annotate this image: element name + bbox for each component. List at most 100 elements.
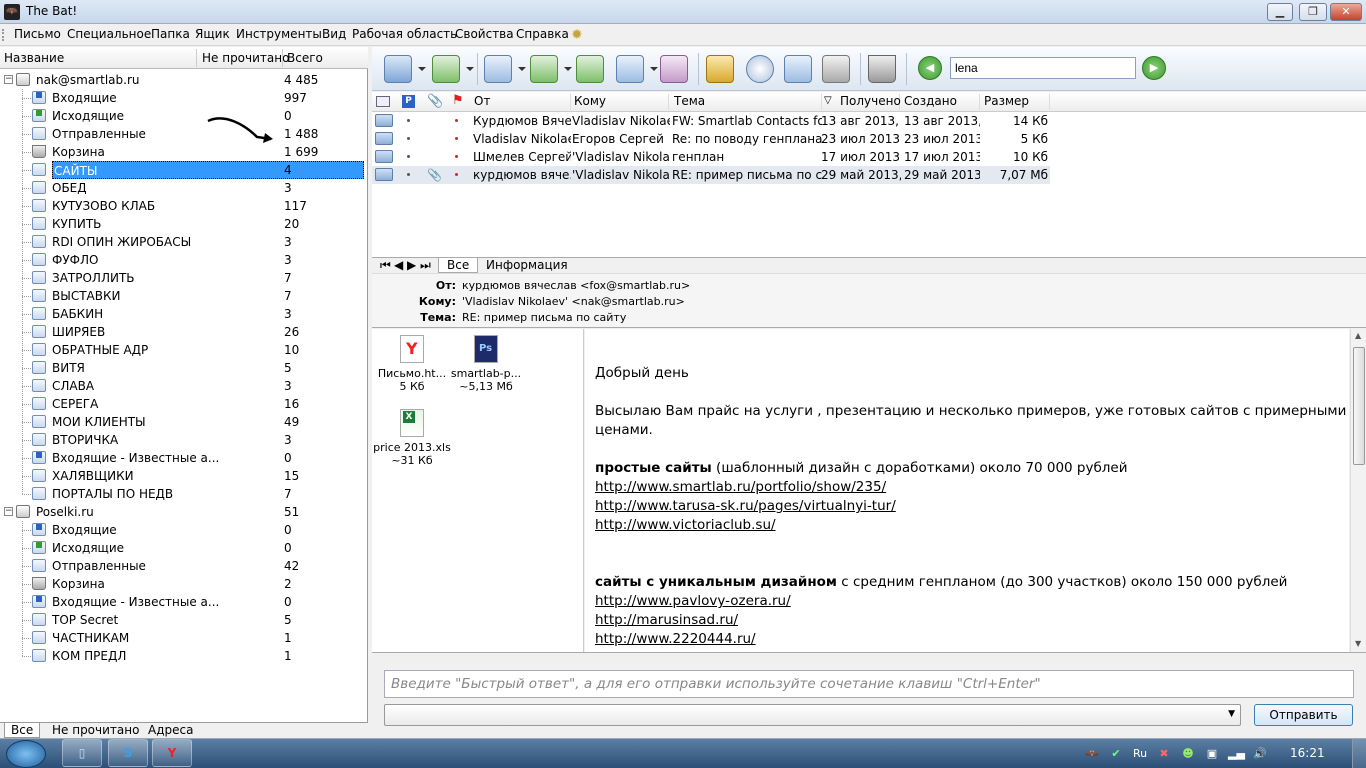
menu-special[interactable]: Специальное bbox=[67, 27, 151, 41]
from-value[interactable]: курдюмов вячеслав <fox@smartlab.ru> bbox=[462, 279, 690, 292]
tab-preview-info[interactable]: Информация bbox=[482, 258, 572, 273]
chevron-down-icon[interactable] bbox=[466, 67, 474, 71]
check-tray-icon[interactable]: ✔ bbox=[1108, 746, 1124, 762]
address-book-icon[interactable] bbox=[706, 55, 734, 83]
find-icon[interactable] bbox=[746, 55, 774, 83]
folder-row[interactable]: ЗАТРОЛЛИТЬ 7 bbox=[0, 269, 368, 287]
folder-row[interactable]: ШИРЯЕВ 26 bbox=[0, 323, 368, 341]
folder-row[interactable]: RDI ОПИН ЖИРОБАСЫ 3 bbox=[0, 233, 368, 251]
folder-row[interactable]: Входящие 0 bbox=[0, 521, 368, 539]
chevron-down-icon[interactable] bbox=[418, 67, 426, 71]
send-button[interactable]: Отправить bbox=[1254, 704, 1353, 726]
taskbar-clock[interactable]: 16:21 bbox=[1290, 746, 1330, 760]
quick-reply-input[interactable]: Введите "Быстрый ответ", а для его отпра… bbox=[384, 670, 1354, 698]
link[interactable]: http://www.victoriaclub.su/ bbox=[595, 517, 776, 533]
folder-row[interactable]: Отправленные 42 bbox=[0, 557, 368, 575]
attachment-item[interactable]: X price 2013.xls ~31 Кб bbox=[372, 409, 452, 467]
column-subject-header[interactable]: Тема bbox=[674, 94, 822, 110]
menu-tools[interactable]: Инструменты bbox=[236, 27, 322, 41]
search-forward-button[interactable]: ▶ bbox=[1142, 56, 1166, 80]
flag-column-icon[interactable]: ⚑ bbox=[452, 93, 464, 108]
search-back-button[interactable]: ◀ bbox=[918, 56, 942, 80]
reply-icon[interactable] bbox=[530, 55, 558, 83]
file-manager-taskbar-icon[interactable]: ▯ bbox=[62, 739, 102, 767]
folder-row[interactable]: БАБКИН 3 bbox=[0, 305, 368, 323]
scroll-up-icon[interactable]: ▲ bbox=[1355, 331, 1361, 340]
folder-row[interactable]: ПОРТАЛЫ ПО НЕДВ 7 bbox=[0, 485, 368, 503]
folder-row[interactable]: Исходящие 0 bbox=[0, 107, 368, 125]
link[interactable]: http://www.tarusa-sk.ru/pages/virtualnyi… bbox=[595, 498, 896, 514]
scroll-down-icon[interactable]: ▼ bbox=[1355, 639, 1361, 648]
body-scrollbar[interactable]: ▲ ▼ bbox=[1350, 329, 1366, 652]
column-name-header[interactable]: Название bbox=[4, 51, 64, 65]
menu-mailbox[interactable]: Ящик bbox=[195, 27, 230, 41]
skype-taskbar-icon[interactable]: S bbox=[108, 739, 148, 767]
attachment-item[interactable]: Y Письмо.ht... 5 Кб bbox=[372, 335, 452, 393]
save-message-icon[interactable] bbox=[784, 55, 812, 83]
folder-row[interactable]: САЙТЫ 4 bbox=[0, 161, 368, 179]
redirect-icon[interactable] bbox=[660, 55, 688, 83]
android-tray-icon[interactable]: ☻ bbox=[1180, 746, 1196, 762]
folder-row[interactable]: ЧАСТНИКАМ 1 bbox=[0, 629, 368, 647]
menu-help[interactable]: Справка bbox=[516, 27, 569, 41]
attachment-item[interactable]: Ps smartlab-p... ~5,13 Мб bbox=[446, 335, 526, 393]
column-from-header[interactable]: От bbox=[474, 94, 571, 110]
collapse-icon[interactable]: − bbox=[4, 507, 13, 516]
send-queue-icon[interactable] bbox=[432, 55, 460, 83]
delete-trash-icon[interactable] bbox=[868, 55, 896, 83]
minimize-button[interactable]: ▁ bbox=[1267, 3, 1293, 21]
network-error-tray-icon[interactable]: ✖ bbox=[1156, 746, 1172, 762]
next-page-icon[interactable]: ▶ bbox=[407, 258, 416, 273]
close-button[interactable]: ✕ bbox=[1330, 3, 1362, 21]
last-page-icon[interactable]: ⏭ bbox=[420, 258, 431, 273]
link[interactable]: http://www.smartlab.ru/portfolio/show/23… bbox=[595, 479, 886, 495]
link[interactable]: http://www.pavlovy-ozera.ru/ bbox=[595, 593, 791, 609]
folder-row[interactable]: ОБРАТНЫЕ АДР 10 bbox=[0, 341, 368, 359]
yandex-browser-taskbar-icon[interactable]: Y bbox=[152, 739, 192, 767]
message-row[interactable]: 📎 курдюмов вяче...'Vladislav Nikola...RE:… bbox=[372, 166, 1050, 184]
column-size-header[interactable]: Размер bbox=[984, 94, 1050, 110]
folder-row[interactable]: Входящие - Известные а... 0 bbox=[0, 449, 368, 467]
priority-column-icon[interactable]: P bbox=[402, 95, 415, 108]
column-created-header[interactable]: Создано bbox=[904, 94, 980, 110]
folder-row[interactable]: ВТОРИЧКА 3 bbox=[0, 431, 368, 449]
signal-tray-icon[interactable]: ▂▄ bbox=[1228, 746, 1245, 762]
device-tray-icon[interactable]: ▣ bbox=[1204, 746, 1220, 762]
folder-row[interactable]: Корзина 1 699 bbox=[0, 143, 368, 161]
maximize-button[interactable]: ❐ bbox=[1299, 3, 1327, 21]
account-row[interactable]: − nak@smartlab.ru 4 485 bbox=[0, 71, 368, 89]
chevron-down-icon[interactable]: ▼ bbox=[1228, 709, 1235, 719]
menu-view[interactable]: Вид bbox=[322, 27, 346, 41]
folder-row[interactable]: КУПИТЬ 20 bbox=[0, 215, 368, 233]
menu-letter[interactable]: Письмо bbox=[14, 27, 61, 41]
print-icon[interactable] bbox=[822, 55, 850, 83]
folder-row[interactable]: Отправленные 1 488 bbox=[0, 125, 368, 143]
forward-icon[interactable] bbox=[616, 55, 644, 83]
quick-reply-template-select[interactable]: ▼ bbox=[384, 704, 1241, 726]
sort-desc-icon[interactable]: ▽ bbox=[824, 95, 832, 106]
column-total-header[interactable]: Всего bbox=[287, 51, 323, 65]
link[interactable]: http://marusinsad.ru/ bbox=[595, 612, 738, 628]
new-message-icon[interactable] bbox=[484, 55, 512, 83]
get-mail-icon[interactable] bbox=[384, 55, 412, 83]
to-value[interactable]: 'Vladislav Nikolaev' <nak@smartlab.ru> bbox=[462, 295, 685, 308]
chevron-down-icon[interactable] bbox=[518, 67, 526, 71]
menu-workspace[interactable]: Рабочая область bbox=[352, 27, 457, 41]
show-desktop-button[interactable] bbox=[1352, 739, 1366, 768]
folder-row[interactable]: СЛАВА 3 bbox=[0, 377, 368, 395]
folder-row[interactable]: Входящие - Известные а... 0 bbox=[0, 593, 368, 611]
tab-addresses[interactable]: Адреса bbox=[142, 723, 199, 738]
bat-tray-icon[interactable]: 🦇 bbox=[1084, 746, 1100, 762]
folder-row[interactable]: ОБЕД 3 bbox=[0, 179, 368, 197]
attachment-column-icon[interactable]: 📎 bbox=[427, 94, 443, 109]
scrollbar-thumb[interactable] bbox=[1353, 347, 1365, 465]
quick-search-input[interactable] bbox=[950, 57, 1136, 79]
column-unread-header[interactable]: Не прочитано bbox=[202, 51, 289, 65]
volume-tray-icon[interactable]: 🔊 bbox=[1252, 746, 1268, 762]
message-row[interactable]: Курдюмов Вяче...Vladislav NikolaevFW: Sm… bbox=[372, 112, 1050, 130]
prev-page-icon[interactable]: ◀ bbox=[394, 258, 403, 273]
folder-row[interactable]: МОИ КЛИЕНТЫ 49 bbox=[0, 413, 368, 431]
tab-all[interactable]: Все bbox=[4, 723, 41, 738]
message-row[interactable]: Vladislav NikolaevЕгоров Сергей Re: по по… bbox=[372, 130, 1050, 148]
folder-row[interactable]: ФУФЛО 3 bbox=[0, 251, 368, 269]
